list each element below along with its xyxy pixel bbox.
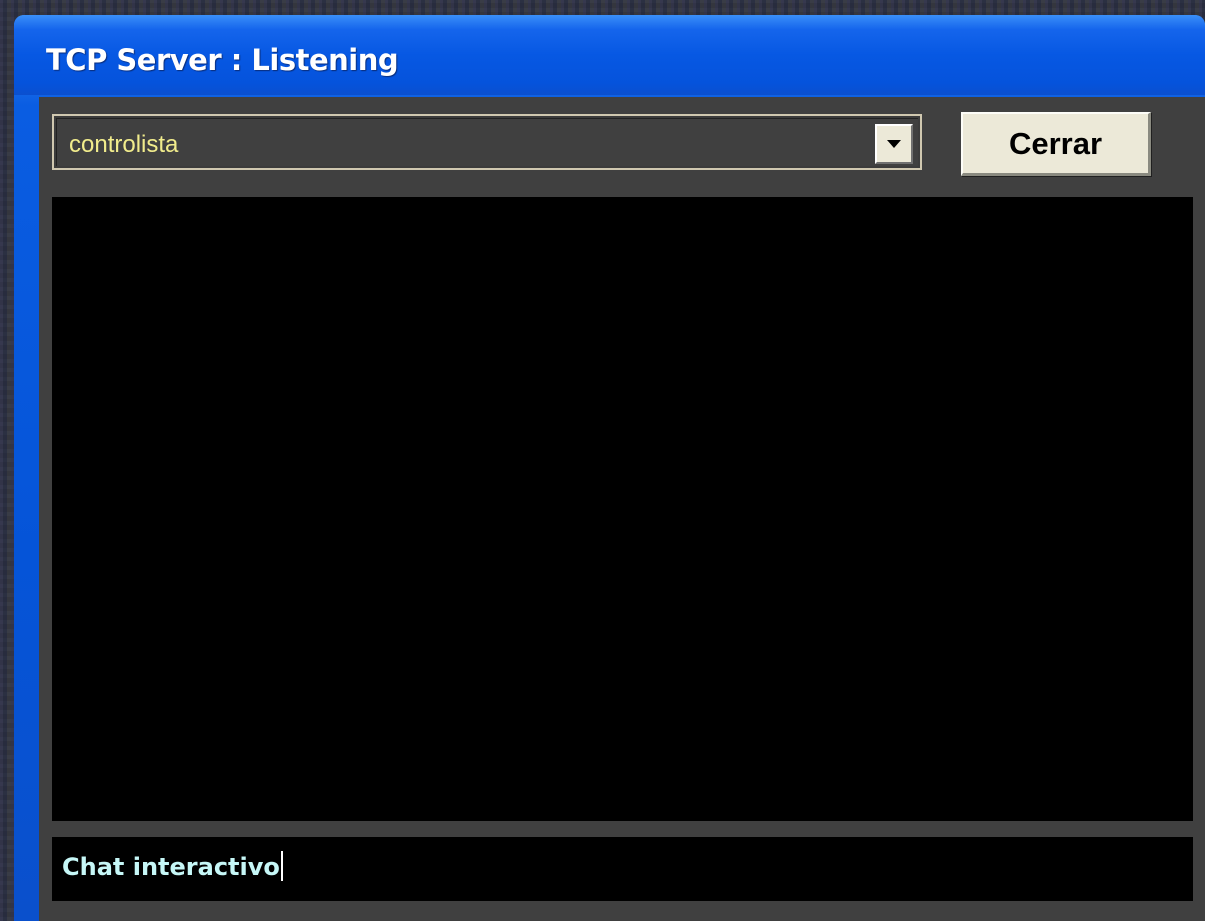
dropdown-arrow-button[interactable] (875, 124, 913, 164)
triangle-down-icon (887, 140, 901, 148)
title-bar[interactable]: TCP Server : Listening (14, 15, 1205, 95)
window-title: TCP Server : Listening (46, 43, 399, 77)
user-select-dropdown[interactable]: controlista (52, 114, 922, 170)
app-window: TCP Server : Listening controlista Cerra… (14, 15, 1205, 921)
output-log-area[interactable] (52, 197, 1193, 821)
client-area: controlista Cerrar Chat interactivo (39, 97, 1205, 921)
text-caret (280, 851, 283, 881)
dropdown-field[interactable]: controlista (56, 118, 918, 166)
chat-input-text: Chat interactivo (62, 851, 283, 881)
dropdown-selected-value: controlista (69, 131, 179, 158)
chat-input[interactable]: Chat interactivo (52, 837, 1193, 901)
chat-input-value: Chat interactivo (62, 853, 280, 881)
close-button[interactable]: Cerrar (961, 112, 1151, 176)
